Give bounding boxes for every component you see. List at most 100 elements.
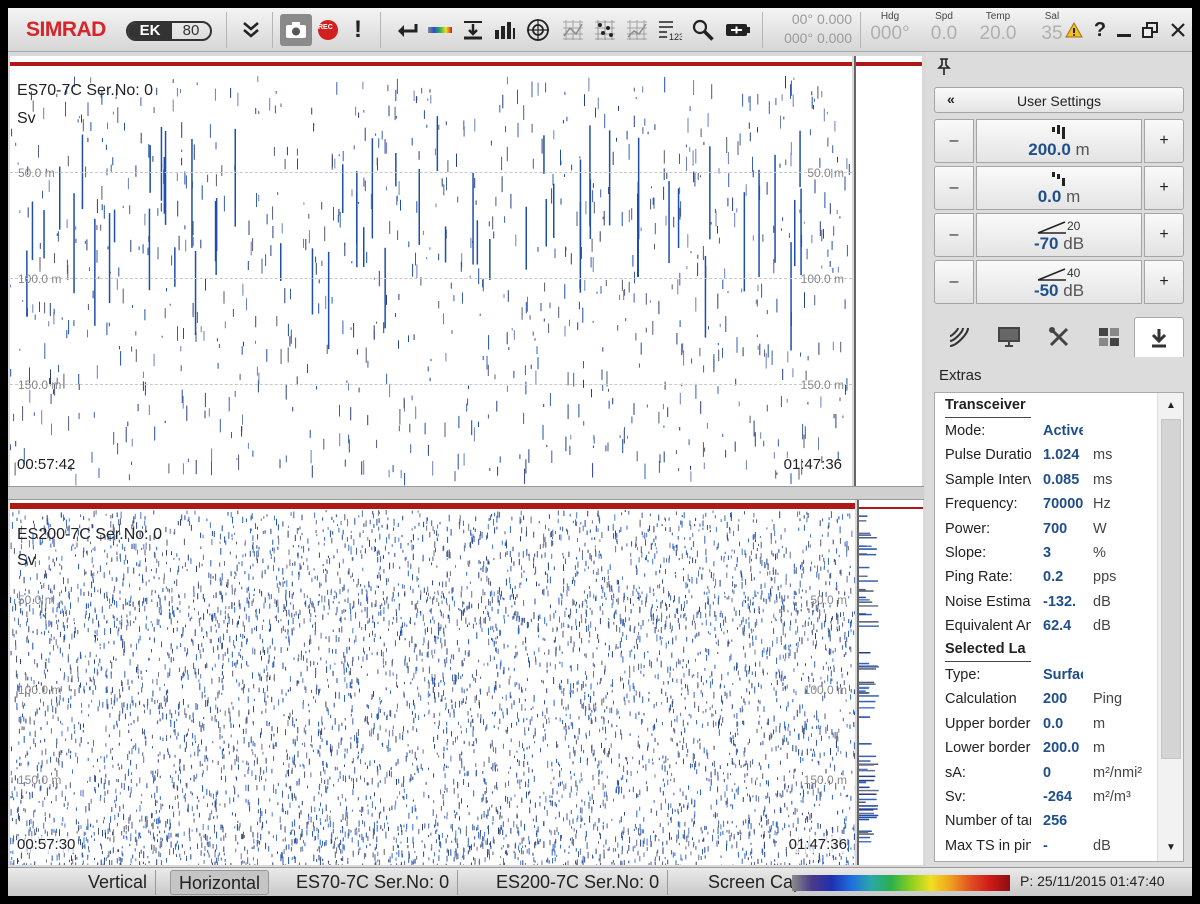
warning-icon	[1065, 22, 1083, 38]
color-scale-bar	[792, 875, 1010, 891]
scroll-thumb[interactable]	[1161, 419, 1181, 759]
status-bar: Vertical Horizontal ES70-7C Ser.No: 0 ES…	[8, 867, 1192, 896]
start-range-minus-button[interactable]: –	[934, 166, 974, 210]
layer-row: Sv: -264 m²/m³	[945, 785, 1155, 809]
layer-row: Max TS in ping- dB	[945, 834, 1155, 858]
transceiver-row: Mode: Active	[945, 419, 1155, 443]
row-label: Lower border	[945, 740, 1031, 757]
warning-button[interactable]	[1062, 14, 1086, 46]
ek80-logo: EK 80	[126, 21, 212, 41]
row-unit: dB	[1093, 837, 1111, 854]
monitor-icon	[998, 327, 1020, 347]
layer-button[interactable]	[560, 14, 586, 46]
pin-button[interactable]	[936, 58, 952, 81]
numeric-view-button[interactable]: 123	[656, 14, 684, 46]
tvg-gain2-value: -50	[1033, 281, 1059, 300]
pane-variable: Sv	[17, 552, 36, 569]
tab-setup[interactable]	[1034, 317, 1084, 357]
section-title: Selected La	[945, 637, 1031, 662]
tab-vertical[interactable]: Vertical	[80, 870, 157, 895]
battery-button[interactable]	[724, 14, 752, 46]
tvg-gain2-plus-button[interactable]: +	[1144, 260, 1184, 304]
row-value: 62.4	[1043, 618, 1072, 635]
trend-button[interactable]	[624, 14, 650, 46]
minimize-button[interactable]	[1112, 14, 1136, 46]
echogram-es200-sidebar	[857, 500, 923, 865]
help-button[interactable]: ?	[1088, 14, 1112, 46]
start-range-control: – 0.0 m +	[934, 166, 1184, 210]
ek80-logo-right: 80	[182, 22, 200, 39]
tvg-gain2-unit: dB	[1063, 281, 1085, 300]
histogram-button[interactable]	[492, 14, 518, 46]
row-unit: Ping	[1093, 691, 1123, 708]
start-range-unit: m	[1066, 187, 1081, 206]
alarm-button[interactable]: !	[348, 14, 368, 46]
user-settings-button[interactable]: « User Settings	[934, 87, 1184, 113]
user-settings-label: User Settings	[1016, 93, 1102, 109]
row-value: 200	[1043, 691, 1068, 708]
target-button[interactable]	[524, 14, 552, 46]
echogram-es200[interactable]: 50.0 m 100.0 m 150.0 m 50.0 m 100.0 m 15…	[10, 500, 855, 865]
scatter-button[interactable]	[592, 14, 618, 46]
tvg-gain-display[interactable]: 20 -70 dB	[976, 213, 1142, 257]
row-unit: %	[1093, 545, 1106, 561]
pane-title: ES200-7C Ser.No: 0	[17, 526, 162, 543]
row-unit: pps	[1093, 569, 1117, 586]
section-title: Transceiver	[945, 393, 1031, 418]
row-label: Mode:	[945, 423, 986, 439]
tvg-gain2-display[interactable]: 40 -50 dB	[976, 260, 1142, 304]
tab-display[interactable]	[984, 317, 1034, 357]
row-value: 0.2	[1043, 569, 1064, 586]
tab-operation[interactable]	[934, 317, 984, 357]
scroll-up-icon[interactable]: ▲	[1158, 395, 1183, 417]
range-minus-button[interactable]: –	[934, 119, 974, 163]
row-value: 3	[1043, 545, 1052, 561]
tools-icon	[1049, 327, 1069, 347]
row-value: 200.0	[1043, 740, 1080, 757]
row-label: Calculation	[945, 691, 1017, 708]
color-scale-button[interactable]	[426, 14, 454, 46]
return-button[interactable]	[394, 14, 420, 46]
tvg-gain2-minus-button[interactable]: –	[934, 260, 974, 304]
range-plus-button[interactable]: +	[1144, 119, 1184, 163]
row-unit: m²/nmi²	[1093, 764, 1143, 781]
depth-gridline-50	[10, 172, 852, 173]
row-label: sA:	[945, 764, 966, 781]
extras-panel: Transceiver Mode: Active Pulse Duration: 1.…	[934, 392, 1184, 862]
collapse-chevron-button[interactable]	[236, 14, 266, 46]
section-header-layer: Selected La	[945, 637, 1155, 662]
scroll-down-icon[interactable]: ▼	[1158, 837, 1183, 859]
row-value: -	[1043, 837, 1048, 854]
record-button[interactable]: REC	[316, 14, 340, 46]
tab-extras[interactable]	[1134, 317, 1184, 357]
tvg-gain-plus-button[interactable]: +	[1144, 213, 1184, 257]
echogram-es70[interactable]: 50.0 m 100.0 m 150.0 m 50.0 m 100.0 m 15…	[10, 56, 852, 486]
bottom-depth-icon	[464, 21, 482, 40]
tab-es70[interactable]: ES70-7C Ser.No: 0	[288, 870, 459, 895]
pane-title: ES70-7C Ser.No: 0	[17, 82, 154, 99]
start-range-display[interactable]: 0.0 m	[976, 166, 1142, 210]
restore-button[interactable]	[1138, 14, 1162, 46]
row-value: 70000	[1043, 496, 1083, 513]
tab-es200[interactable]: ES200-7C Ser.No: 0	[488, 870, 669, 895]
range-display[interactable]: 200.0 m	[976, 119, 1142, 163]
row-label: Type:	[945, 667, 981, 683]
temperature-value: 20.0	[979, 23, 1017, 44]
tab-horizontal[interactable]: Horizontal	[170, 870, 270, 895]
tab-screen-capture[interactable]: Screen Capture	[700, 870, 796, 895]
tab-windows[interactable]	[1084, 317, 1134, 357]
close-button[interactable]	[1166, 14, 1190, 46]
tvg-gain-control: – 20 -70 dB +	[934, 213, 1184, 257]
pane-splitter[interactable]	[8, 486, 924, 500]
row-label: Number of targets	[945, 813, 1031, 830]
extras-scrollbar[interactable]: ▲ ▼	[1157, 393, 1183, 861]
tvg-gain-minus-button[interactable]: –	[934, 213, 974, 257]
camera-button[interactable]	[280, 14, 312, 46]
range-value-text: 200.0 m	[977, 140, 1141, 160]
zoom-button[interactable]	[690, 14, 716, 46]
depth-button[interactable]	[460, 14, 486, 46]
row-value: 0	[1043, 764, 1052, 781]
minimize-icon	[1117, 33, 1131, 37]
start-range-plus-button[interactable]: +	[1144, 166, 1184, 210]
row-label: Power:	[945, 520, 991, 537]
